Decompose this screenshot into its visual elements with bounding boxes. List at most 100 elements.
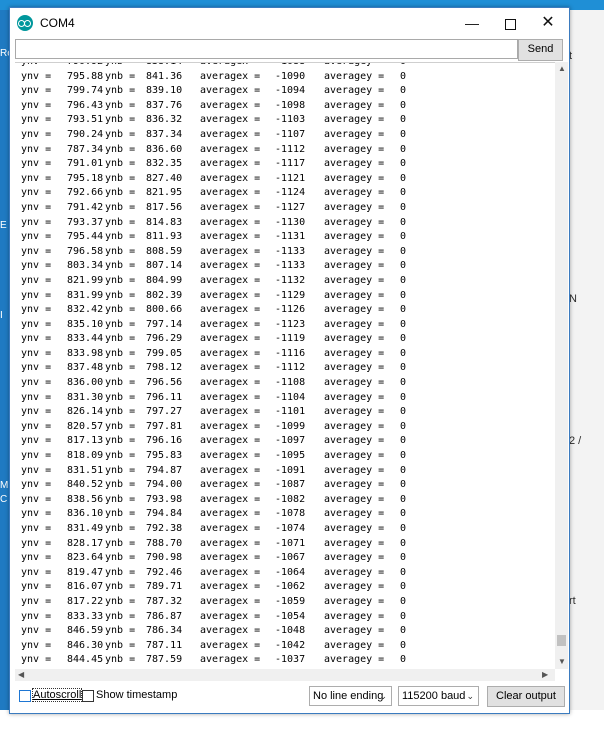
averagey-value: 0 [400, 63, 406, 70]
averagey-value: 0 [400, 304, 407, 316]
ynb-label: ynb = [105, 216, 136, 228]
ynv-value: 846.59 [67, 625, 104, 637]
averagey-label: averagey = [324, 450, 385, 462]
send-button[interactable]: Send [518, 39, 563, 61]
averagey-value: 0 [400, 318, 407, 330]
show-timestamp-checkbox[interactable] [82, 690, 94, 702]
averagey-label: averagey = [324, 347, 385, 359]
averagex-value: -1132 [275, 274, 306, 286]
averagex-label: averagex = [200, 201, 261, 213]
clear-output-button[interactable]: Clear output [487, 686, 565, 707]
ynv-value: 835.10 [67, 318, 104, 330]
averagex-value: -1124 [275, 187, 306, 199]
averagex-label: averagex = [200, 114, 261, 126]
averagey-value: 0 [400, 187, 407, 199]
ynv-value: 817.13 [67, 435, 104, 447]
averagex-label: averagex = [200, 187, 261, 199]
averagex-label: averagex = [200, 552, 261, 564]
averagex-label: averagex = [200, 479, 261, 491]
ynv-label: ynv = [21, 70, 52, 82]
horizontal-scrollbar[interactable]: ◀ ▶ [15, 669, 555, 681]
ynv-value: 837.48 [67, 362, 104, 374]
averagex-label: averagex = [200, 625, 261, 637]
ynv-label: ynv = [21, 245, 52, 257]
averagex-value: -1091 [275, 464, 306, 476]
ynb-label: ynb = [105, 377, 136, 389]
scroll-up-icon[interactable]: ▲ [558, 64, 566, 73]
line-ending-value: No line ending [313, 690, 384, 702]
background-text-fragment: rt [569, 595, 576, 607]
ynb-label: ynb = [105, 304, 136, 316]
averagex-label: averagex = [200, 172, 261, 184]
ynb-label: ynb = [105, 70, 136, 82]
ynv-label: ynv = [21, 304, 52, 316]
averagex-label: averagex = [200, 391, 261, 403]
averagey-value: 0 [400, 654, 407, 666]
serial-input[interactable] [15, 39, 518, 59]
ynv-value: 833.33 [67, 610, 104, 622]
arduino-icon [17, 15, 33, 31]
vertical-scrollbar[interactable]: ▲ ▼ [555, 62, 568, 669]
averagey-label: averagey = [324, 63, 384, 70]
ynv-label: ynv = [21, 610, 52, 622]
scroll-left-icon[interactable]: ◀ [18, 670, 24, 679]
vertical-scroll-thumb[interactable] [557, 635, 566, 646]
ynv-value: 833.98 [67, 347, 104, 359]
averagey-label: averagey = [324, 114, 385, 126]
autoscroll-label[interactable]: Autoscroll [31, 688, 83, 702]
scroll-right-icon[interactable]: ▶ [542, 670, 548, 679]
title-bar[interactable]: COM4 — ✕ [10, 8, 569, 38]
ynb-label: ynb = [105, 85, 136, 97]
averagex-label: averagex = [200, 377, 261, 389]
minimize-button[interactable]: — [454, 8, 490, 38]
ynv-value: 818.09 [67, 450, 104, 462]
averagex-label: averagex = [200, 99, 261, 111]
close-button[interactable]: ✕ [530, 8, 566, 38]
averagex-value: -1090 [275, 70, 306, 82]
averagey-label: averagey = [324, 420, 385, 432]
ynb-value: 796.29 [146, 333, 183, 345]
averagex-label: averagex = [200, 566, 261, 578]
ynv-label: ynv = [21, 537, 52, 549]
ynb-label: ynb = [105, 581, 136, 593]
averagex-value: -1133 [275, 260, 306, 272]
ynb-value: 827.40 [146, 172, 183, 184]
ynb-value: 839.10 [146, 85, 183, 97]
ynb-label: ynb = [105, 114, 136, 126]
ynb-label: ynb = [105, 479, 136, 491]
averagex-label: averagex = [200, 143, 261, 155]
averagex-value: -1101 [275, 406, 306, 418]
ynb-value: 798.12 [146, 362, 183, 374]
maximize-button[interactable] [492, 8, 528, 38]
averagex-label: averagex = [200, 639, 261, 651]
ynv-value: 793.51 [67, 114, 104, 126]
show-timestamp-label[interactable]: Show timestamp [96, 689, 177, 701]
serial-monitor-window: COM4 — ✕ Send ynv = 790.92 ynb = 838.14 aver… [9, 7, 570, 714]
averagey-label: averagey = [324, 333, 385, 345]
averagex-label: averagex = [200, 406, 261, 418]
ynv-value: 836.10 [67, 508, 104, 520]
ynb-value: 793.98 [146, 493, 183, 505]
averagex-label: averagex = [200, 450, 261, 462]
averagey-value: 0 [400, 333, 407, 345]
serial-output[interactable]: ynv = 790.92 ynb = 838.14 averagex = -1088 ave… [15, 62, 555, 670]
averagey-label: averagey = [324, 479, 385, 491]
ynv-value: 838.56 [67, 493, 104, 505]
averagex-value: -1121 [275, 172, 306, 184]
ynv-label: ynv = [21, 391, 52, 403]
averagey-value: 0 [400, 216, 407, 228]
line-ending-select[interactable]: No line ending ⌄ [309, 686, 392, 706]
ynb-value: 790.98 [146, 552, 183, 564]
averagex-value: -1097 [275, 435, 306, 447]
ynv-value: 820.57 [67, 420, 104, 432]
scroll-down-icon[interactable]: ▼ [558, 657, 566, 666]
ynb-label: ynb = [105, 158, 136, 170]
autoscroll-checkbox[interactable] [19, 690, 31, 702]
averagex-value: -1129 [275, 289, 306, 301]
averagex-value: -1123 [275, 318, 306, 330]
averagey-value: 0 [400, 595, 407, 607]
ynb-label: ynb = [105, 274, 136, 286]
ynv-value: 831.30 [67, 391, 104, 403]
averagex-value: -1059 [275, 595, 306, 607]
baud-rate-select[interactable]: 115200 baud ⌄ [398, 686, 479, 706]
